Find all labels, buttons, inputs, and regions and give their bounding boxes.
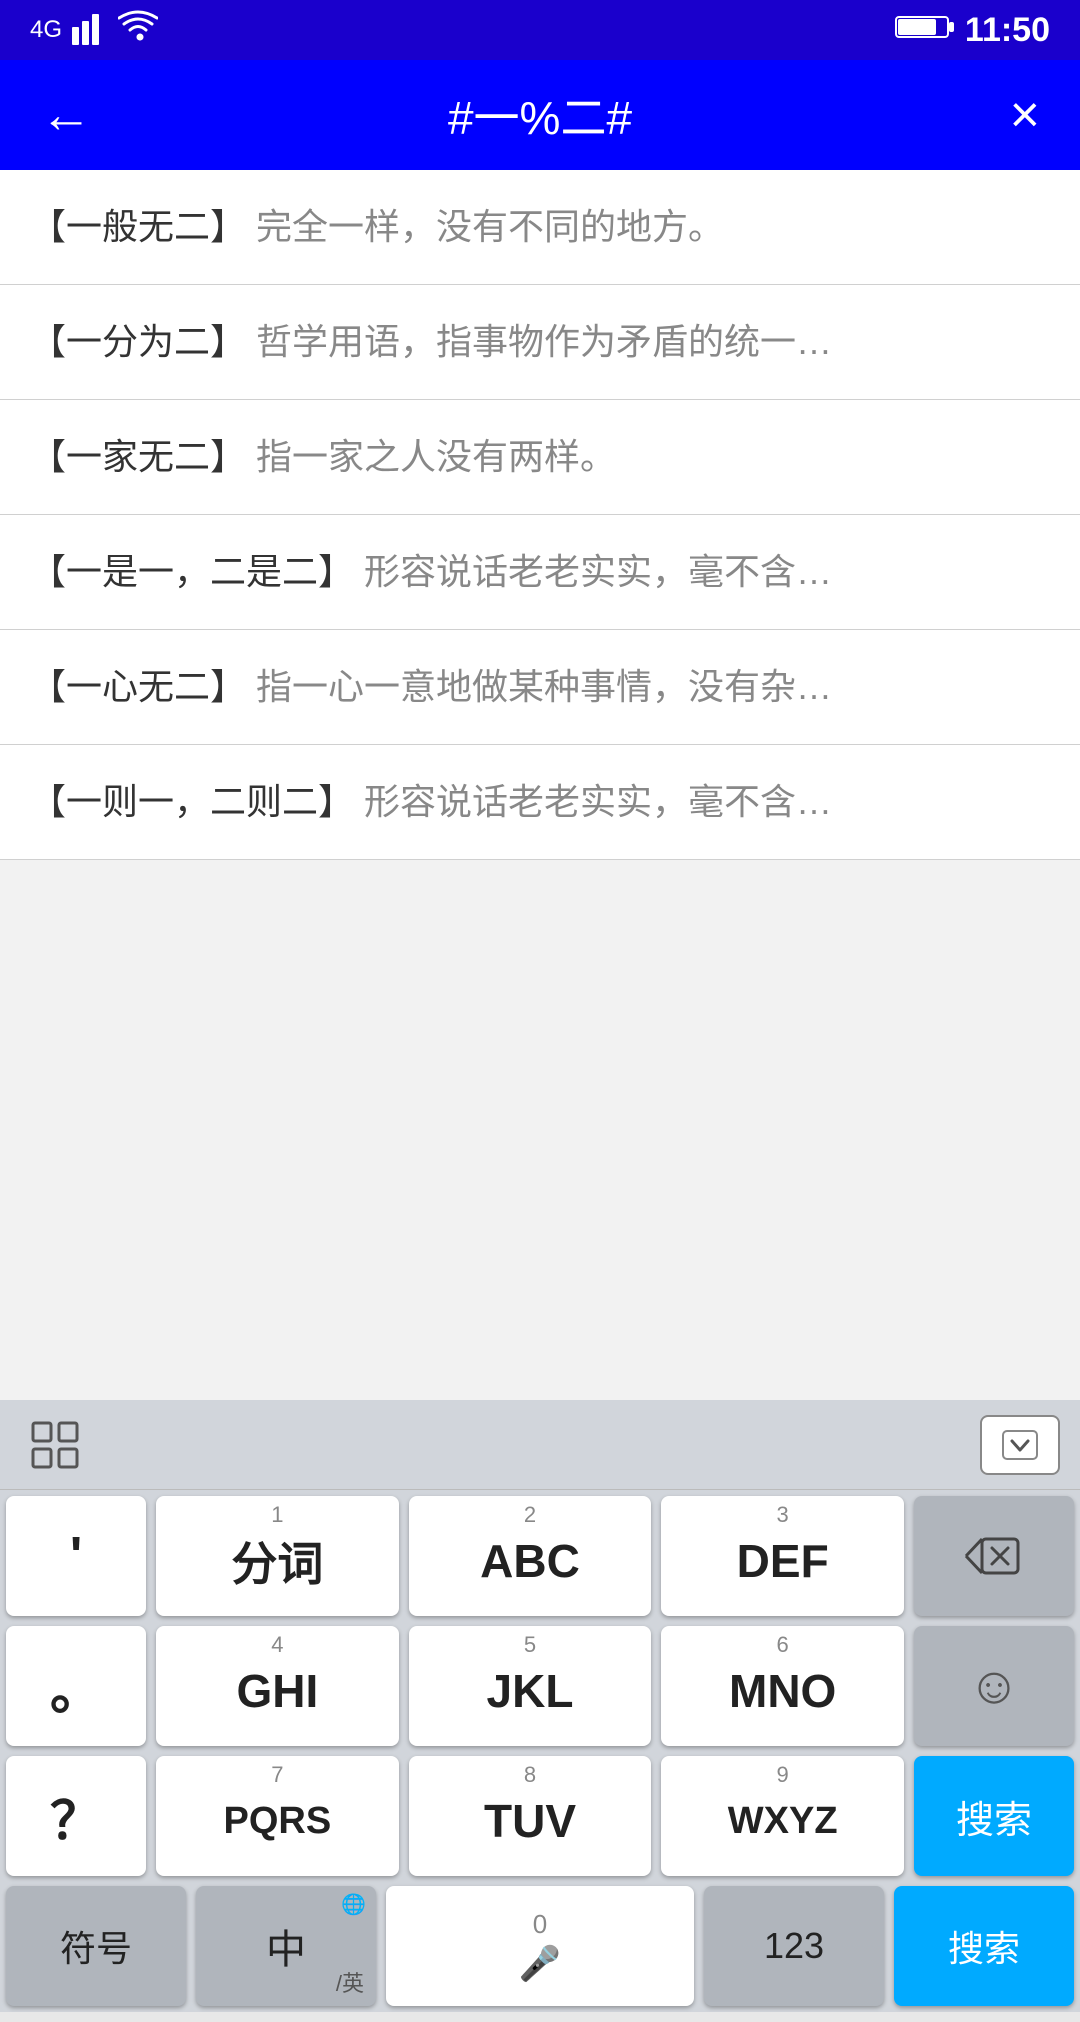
delete-key[interactable] [914, 1496, 1074, 1616]
result-desc: 形容说话老老实实，毫不含… [364, 781, 832, 822]
keyboard-row-3: ？ 7 PQRS 8 TUV 9 WXYZ 搜索 [6, 1756, 1074, 1876]
results-list: 【一般无二】 完全一样，没有不同的地方。 【一分为二】 哲学用语，指事物作为矛盾… [0, 170, 1080, 860]
result-keyword: 【一般无二】 [30, 206, 246, 247]
empty-area [0, 860, 1080, 1400]
lang-key[interactable]: 中 /英 🌐 [196, 1886, 376, 2006]
emoji-key[interactable]: ☺ [914, 1626, 1074, 1746]
key-pqrs[interactable]: 7 PQRS [156, 1756, 399, 1876]
list-item[interactable]: 【一则一，二则二】 形容说话老老实实，毫不含… [0, 745, 1080, 860]
punct-key-question[interactable]: ？ [6, 1756, 146, 1876]
punct-key-comma[interactable]: ' [6, 1496, 146, 1616]
list-item[interactable]: 【一心无二】 指一心一意地做某种事情，没有杂… [0, 630, 1080, 745]
space-key[interactable]: 0 🎤 [386, 1886, 694, 2006]
grid-icon[interactable] [20, 1410, 90, 1480]
time-label: 11:50 [965, 11, 1050, 50]
result-keyword: 【一分为二】 [30, 321, 246, 362]
punct-key-period[interactable]: 。 [6, 1626, 146, 1746]
collapse-button[interactable] [980, 1415, 1060, 1475]
status-right: 11:50 [895, 11, 1050, 50]
result-keyword: 【一心无二】 [30, 666, 246, 707]
key-mno[interactable]: 6 MNO [661, 1626, 904, 1746]
key-jkl[interactable]: 5 JKL [409, 1626, 652, 1746]
list-item[interactable]: 【一分为二】 哲学用语，指事物作为矛盾的统一… [0, 285, 1080, 400]
list-item[interactable]: 【一是一，二是二】 形容说话老老实实，毫不含… [0, 515, 1080, 630]
result-desc: 指一家之人没有两样。 [256, 436, 616, 477]
key-ghi[interactable]: 4 GHI [156, 1626, 399, 1746]
wifi-icon [118, 9, 158, 52]
status-bar: 4G 11:50 [0, 0, 1080, 60]
key-def[interactable]: 3 DEF [661, 1496, 904, 1616]
result-desc: 指一心一意地做某种事情，没有杂… [256, 666, 832, 707]
back-button[interactable]: ← [30, 75, 102, 155]
search-bottom-key[interactable]: 搜索 [894, 1886, 1074, 2006]
symbol-key[interactable]: 符号 [6, 1886, 186, 2006]
keyboard-bottom-row: 符号 中 /英 🌐 0 🎤 123 搜索 [0, 1886, 1080, 2012]
keyboard-rows: ' 1 分词 2 ABC 3 DEF [0, 1490, 1080, 1876]
keyboard-container: ' 1 分词 2 ABC 3 DEF [0, 1400, 1080, 2012]
top-bar: ← #一%二# × [0, 60, 1080, 170]
key-abc[interactable]: 2 ABC [409, 1496, 652, 1616]
close-button[interactable]: × [1000, 75, 1050, 155]
list-item[interactable]: 【一家无二】 指一家之人没有两样。 [0, 400, 1080, 515]
search-title: #一%二# [448, 82, 632, 148]
globe-icon: 🌐 [341, 1892, 366, 1917]
result-keyword: 【一则一，二则二】 [30, 781, 354, 822]
key-tuv[interactable]: 8 TUV [409, 1756, 652, 1876]
result-desc: 哲学用语，指事物作为矛盾的统一… [256, 321, 832, 362]
keyboard-row-2: 。 4 GHI 5 JKL 6 MNO ☺ [6, 1626, 1074, 1746]
signal-icon [72, 9, 108, 52]
key-wxyz[interactable]: 9 WXYZ [661, 1756, 904, 1876]
result-desc: 完全一样，没有不同的地方。 [256, 206, 724, 247]
result-desc: 形容说话老老实实，毫不含… [364, 551, 832, 592]
mic-icon: 🎤 [519, 1944, 561, 1984]
battery-icon [895, 12, 955, 49]
input-bar [0, 1400, 1080, 1490]
list-item[interactable]: 【一般无二】 完全一样，没有不同的地方。 [0, 170, 1080, 285]
search-key-right[interactable]: 搜索 [914, 1756, 1074, 1876]
key-fenci[interactable]: 1 分词 [156, 1496, 399, 1616]
lang-sub: /英 [336, 1966, 364, 1998]
network-label: 4G [30, 16, 62, 44]
result-keyword: 【一是一，二是二】 [30, 551, 354, 592]
keyboard-row-1: ' 1 分词 2 ABC 3 DEF [6, 1496, 1074, 1616]
num-key[interactable]: 123 [704, 1886, 884, 2006]
status-left: 4G [30, 9, 158, 52]
result-keyword: 【一家无二】 [30, 436, 246, 477]
